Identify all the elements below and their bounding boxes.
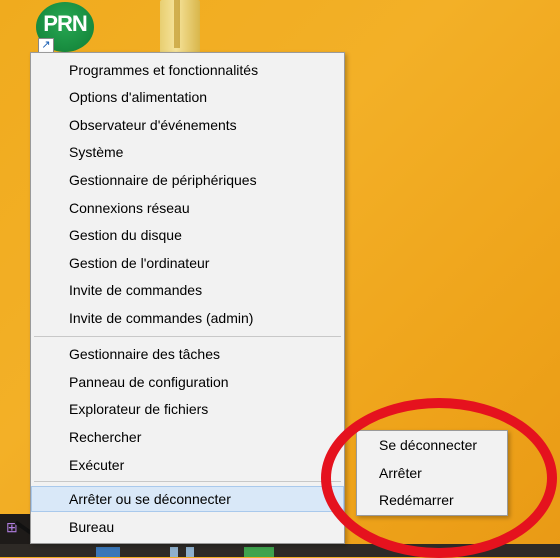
folder-icon[interactable]: [160, 0, 200, 52]
menu-item-power-options[interactable]: Options d'alimentation: [31, 84, 344, 110]
menu-item-command-prompt[interactable]: Invite de commandes: [31, 277, 344, 303]
taskbar-app-icon[interactable]: [96, 547, 120, 557]
menu-item-control-panel[interactable]: Panneau de configuration: [31, 369, 344, 395]
menu-item-run[interactable]: Exécuter: [31, 452, 344, 478]
menu-item-computer-management[interactable]: Gestion de l'ordinateur: [31, 250, 344, 276]
menu-separator: [34, 481, 341, 482]
folder-shadow: [174, 0, 180, 48]
menu-item-event-viewer[interactable]: Observateur d'événements: [31, 112, 344, 138]
menu-item-disk-management[interactable]: Gestion du disque: [31, 222, 344, 248]
menu-item-network-connections[interactable]: Connexions réseau: [31, 195, 344, 221]
taskbar-app-icon[interactable]: [244, 547, 274, 557]
prn-app-icon[interactable]: PRN ↗: [36, 2, 94, 54]
power-user-menu: Programmes et fonctionnalités Options d'…: [30, 52, 345, 544]
menu-item-system[interactable]: Système: [31, 139, 344, 165]
menu-item-device-manager[interactable]: Gestionnaire de périphériques: [31, 167, 344, 193]
taskbar-app-icon[interactable]: [170, 547, 178, 557]
menu-item-file-explorer[interactable]: Explorateur de fichiers: [31, 396, 344, 422]
taskbar-app-icon[interactable]: [186, 547, 194, 557]
menu-item-shutdown-signout[interactable]: Arrêter ou se déconnecter: [31, 486, 344, 512]
menu-item-task-manager[interactable]: Gestionnaire des tâches: [31, 341, 344, 367]
menu-item-programs-features[interactable]: Programmes et fonctionnalités: [31, 57, 344, 83]
annotation-circle: [321, 398, 557, 558]
menu-item-search[interactable]: Rechercher: [31, 424, 344, 450]
menu-item-command-prompt-admin[interactable]: Invite de commandes (admin): [31, 305, 344, 331]
menu-separator: [34, 336, 341, 337]
menu-item-desktop[interactable]: Bureau: [31, 514, 344, 540]
